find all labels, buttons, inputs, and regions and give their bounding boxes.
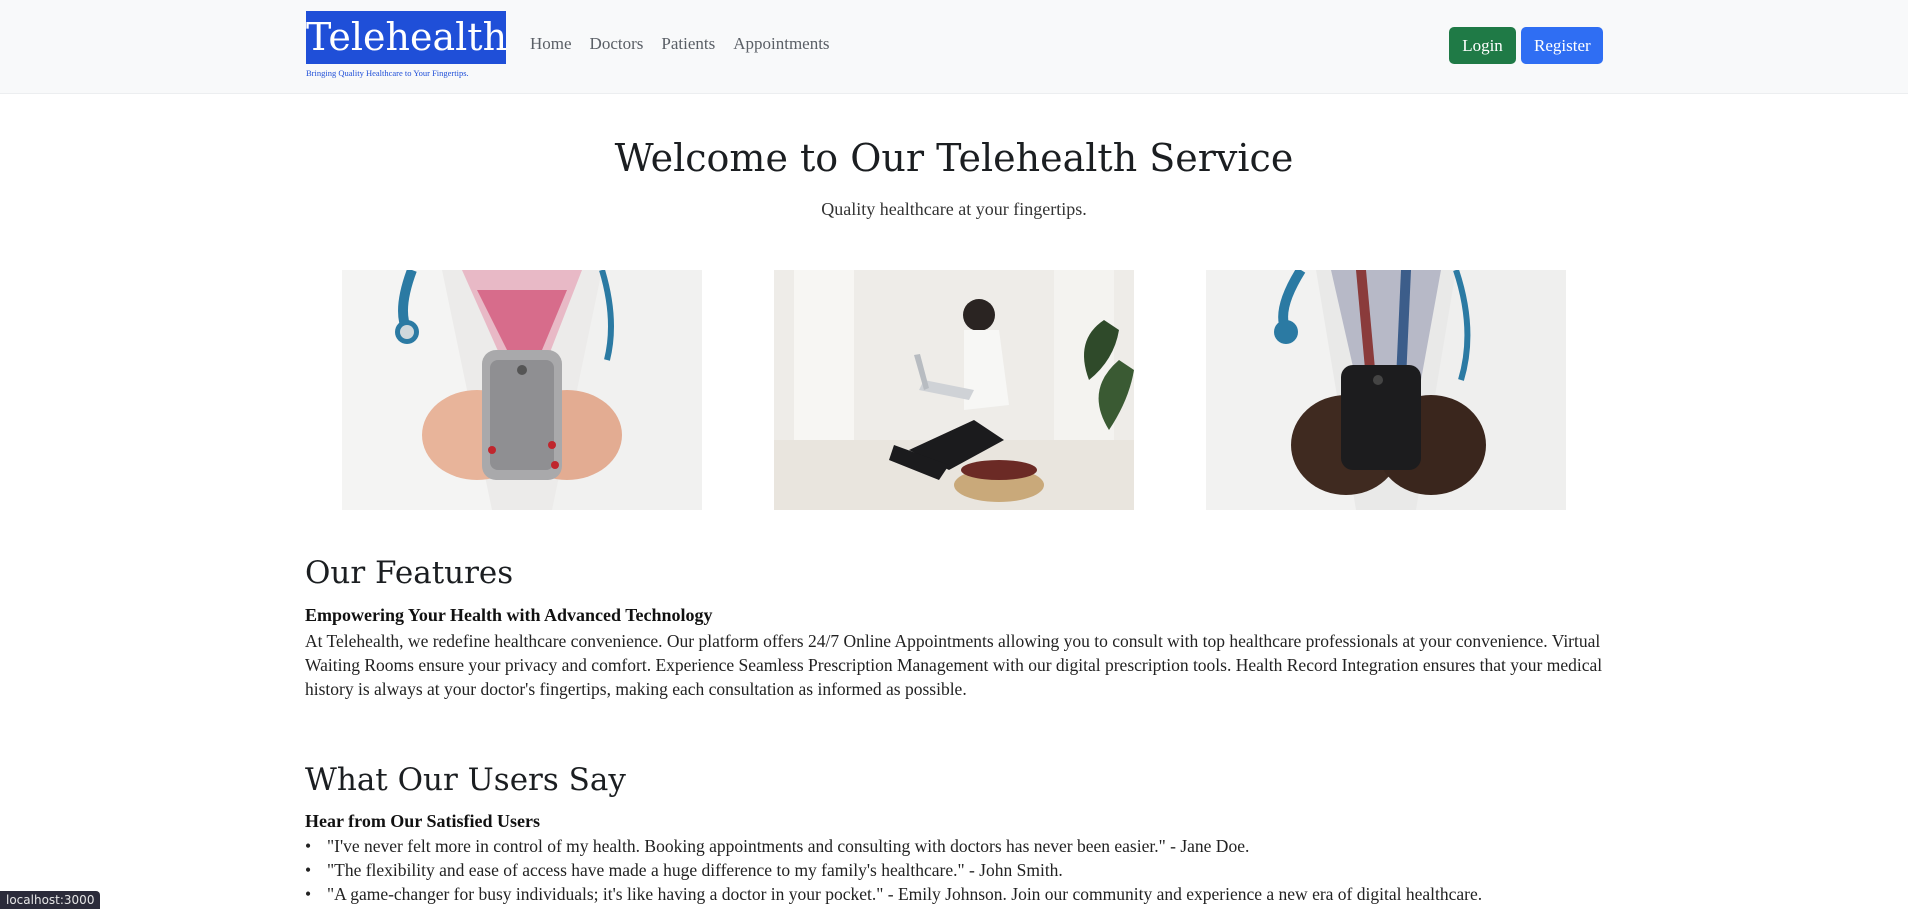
nav-home[interactable]: Home: [530, 34, 572, 54]
doctor-dark-phone-image: [1206, 270, 1566, 510]
testimonial-item: "The flexibility and ease of access have…: [305, 858, 1605, 882]
navbar: Telehealth Bringing Quality Healthcare t…: [0, 0, 1908, 94]
features-subtitle: Empowering Your Health with Advanced Tec…: [305, 605, 713, 625]
brand-logo[interactable]: Telehealth: [306, 11, 507, 64]
hero-subtitle: Quality healthcare at your fingertips.: [821, 199, 1087, 219]
testimonials-list: "I've never felt more in control of my h…: [305, 834, 1605, 906]
brand-tagline: Bringing Quality Healthcare to Your Fing…: [306, 68, 469, 78]
nav-doctors[interactable]: Doctors: [590, 34, 644, 54]
nav-patients[interactable]: Patients: [661, 34, 715, 54]
login-button[interactable]: Login: [1449, 27, 1516, 64]
brand[interactable]: Telehealth Bringing Quality Healthcare t…: [306, 11, 507, 78]
hero-title: Welcome to Our Telehealth Service: [614, 136, 1294, 180]
main-nav: Home Doctors Patients Appointments: [530, 34, 848, 54]
auth-buttons: Login Register: [1449, 27, 1603, 64]
status-url-tooltip: localhost:3000: [0, 891, 101, 909]
register-button[interactable]: Register: [1521, 27, 1603, 64]
doctor-phone-image: [342, 270, 702, 510]
features-title: Our Features: [305, 555, 514, 591]
features-body: At Telehealth, we redefine healthcare co…: [305, 631, 1603, 699]
nav-appointments[interactable]: Appointments: [733, 34, 829, 54]
testimonial-item: "A game-changer for busy individuals; it…: [305, 882, 1605, 906]
testimonials-title: What Our Users Say: [305, 762, 626, 798]
testimonial-item: "I've never felt more in control of my h…: [305, 834, 1605, 858]
woman-laptop-image: [774, 270, 1134, 510]
testimonials-subtitle: Hear from Our Satisfied Users: [305, 811, 540, 831]
